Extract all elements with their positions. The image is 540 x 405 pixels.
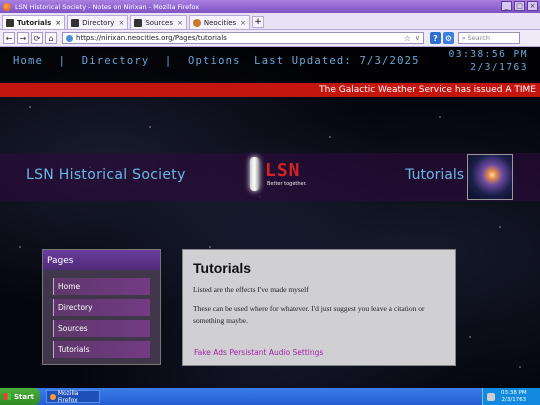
search-input[interactable]: ⌕ Search — [458, 32, 520, 44]
home-button[interactable]: ⌂ — [45, 32, 57, 44]
tab-sources[interactable]: Sources × — [130, 15, 187, 29]
firefox-icon — [50, 393, 56, 400]
windows-logo-icon — [4, 393, 11, 400]
system-tray: 03:38 PM 2/3/1763 — [482, 388, 540, 405]
nav-home-link[interactable]: Home — [13, 55, 43, 67]
window-controls: _ □ × — [501, 1, 538, 11]
site-clock: 03:38:56 PM 2/3/1763 — [449, 48, 528, 74]
page-icon — [134, 18, 143, 27]
tab-strip: Tutorials × Directory × Sources × Neocit… — [0, 13, 540, 30]
page-icon — [6, 18, 14, 27]
fake-ads-link[interactable]: Fake Ads Persistant Audio Settings — [194, 348, 323, 357]
tray-user-icon[interactable] — [487, 392, 495, 401]
site-nav: Home | Directory | Options Last Updated:… — [13, 55, 420, 67]
starship-icon — [250, 157, 259, 191]
window-title: LSN Historical Society - Notes on Nirixa… — [15, 2, 200, 11]
pages-sidebar: Pages Home Directory Sources Tutorials — [42, 249, 161, 365]
main-content-panel: Tutorials Listed are the effects I've ma… — [182, 249, 456, 366]
maximize-button[interactable]: □ — [514, 1, 525, 11]
tray-time: 03:38 PM — [501, 389, 527, 396]
tab-tutorials[interactable]: Tutorials × — [2, 15, 66, 29]
tab-label: Directory — [82, 18, 115, 27]
search-placeholder: Search — [467, 34, 490, 42]
clock-time: 03:38:56 PM — [448, 49, 528, 60]
nav-options-link[interactable]: Options — [188, 55, 241, 67]
tray-date: 2/3/1763 — [501, 396, 527, 403]
close-tab-icon[interactable]: × — [118, 19, 124, 27]
site-title: LSN Historical Society — [26, 167, 186, 183]
site-header: Home | Directory | Options Last Updated:… — [0, 47, 540, 81]
gear-icon[interactable]: ⚙ — [443, 32, 454, 44]
logo-tagline: Better together. — [267, 181, 307, 187]
galaxy-avatar — [467, 154, 513, 200]
alert-text: The Galactic Weather Service has issued … — [319, 85, 536, 95]
tab-neocities[interactable]: Neocities × — [188, 15, 251, 29]
tab-label: Tutorials — [17, 18, 52, 27]
start-label: Start — [14, 392, 34, 401]
nav-separator: | — [164, 55, 173, 67]
tab-label: Neocities — [203, 18, 237, 27]
url-text: https://nirixan.neocities.org/Pages/tuto… — [76, 34, 227, 42]
taskbar-firefox-item[interactable]: Mozilla Firefox — [46, 389, 100, 404]
neocities-cat-icon — [192, 18, 201, 27]
bookmark-star-icon[interactable]: ☆ — [404, 34, 411, 43]
last-updated: Last Updated: 7/3/2025 — [254, 55, 420, 67]
logo-text: LSN — [265, 160, 301, 181]
forward-button[interactable]: → — [17, 32, 29, 44]
close-tab-icon[interactable]: × — [240, 19, 246, 27]
taskbar: Start Mozilla Firefox 03:38 PM 2/3/1763 — [0, 388, 540, 405]
close-tab-icon[interactable]: × — [55, 19, 61, 27]
page-title: Tutorials — [405, 167, 464, 183]
weather-alert-ticker: The Galactic Weather Service has issued … — [0, 83, 540, 97]
url-dropdown-icon[interactable]: ∨ — [415, 34, 420, 42]
new-tab-button[interactable]: + — [252, 16, 265, 28]
nav-directory-link[interactable]: Directory — [82, 55, 150, 67]
page-icon — [71, 18, 80, 27]
sidebar-item-directory[interactable]: Directory — [53, 299, 150, 316]
back-button[interactable]: ← — [3, 32, 15, 44]
content-paragraph: These can be used where for whatever. I'… — [193, 304, 425, 325]
tab-directory[interactable]: Directory × — [67, 15, 129, 29]
clock-date: 2/3/1763 — [470, 62, 528, 73]
taskbar-item-label: Mozilla Firefox — [57, 389, 79, 404]
tray-clock[interactable]: 03:38 PM 2/3/1763 — [501, 390, 527, 404]
url-bar[interactable]: https://nirixan.neocities.org/Pages/tuto… — [62, 32, 424, 44]
close-tab-icon[interactable]: × — [177, 19, 183, 27]
sidebar-item-home[interactable]: Home — [53, 278, 150, 295]
minimize-button[interactable]: _ — [501, 1, 512, 11]
window-title-bar: LSN Historical Society - Notes on Nirixa… — [0, 0, 540, 13]
sidebar-item-sources[interactable]: Sources — [53, 320, 150, 337]
content-paragraph: Listed are the effects I've made myself — [193, 285, 309, 294]
content-heading: Tutorials — [193, 260, 252, 276]
lsn-logo: LSN Better together. — [243, 156, 323, 198]
close-window-button[interactable]: × — [527, 1, 538, 11]
search-icon: ⌕ — [462, 33, 466, 42]
page-viewport: Home | Directory | Options Last Updated:… — [0, 47, 540, 388]
navigation-toolbar: ← → ⟳ ⌂ https://nirixan.neocities.org/Pa… — [0, 30, 540, 47]
nav-separator: | — [58, 55, 67, 67]
start-button[interactable]: Start — [0, 388, 40, 405]
reload-button[interactable]: ⟳ — [31, 32, 43, 44]
sidebar-item-tutorials[interactable]: Tutorials — [53, 341, 150, 358]
help-button[interactable]: ? — [430, 32, 441, 44]
globe-icon — [66, 34, 73, 42]
sidebar-title: Pages — [43, 250, 160, 270]
firefox-icon — [3, 2, 11, 11]
tab-label: Sources — [145, 18, 174, 27]
